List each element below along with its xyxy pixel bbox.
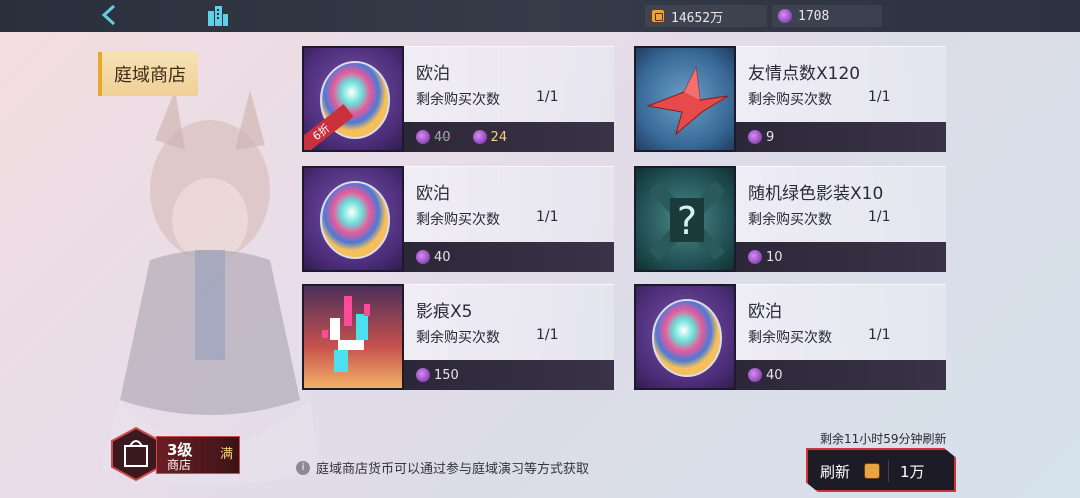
info-icon: i	[296, 460, 310, 475]
shop-title-label: 庭域商店	[98, 52, 198, 96]
top-bar: 14652万 1708	[0, 0, 1080, 32]
item-thumbnail	[634, 284, 736, 390]
price: 10	[766, 249, 783, 265]
item-thumbnail: 6折	[302, 46, 404, 152]
item-info: 影痕X5 剩余购买次数 1/1 150	[404, 284, 614, 390]
item-info: 欧泊 剩余购买次数 1/1 40 24	[404, 46, 614, 152]
item-thumbnail: ?	[634, 166, 736, 272]
crystal-icon	[778, 9, 792, 23]
currency-tip: i 庭域商店货币可以通过参与庭域演习等方式获取	[296, 458, 589, 477]
remaining-count: 1/1	[868, 209, 891, 225]
remaining-count: 1/1	[868, 89, 891, 105]
refresh-cost: 1万	[900, 463, 925, 481]
opal-gem-icon	[652, 299, 722, 377]
item-thumbnail	[302, 284, 404, 390]
gold-coin-icon	[651, 9, 665, 23]
remaining-count: 1/1	[536, 89, 559, 105]
shop-item-card[interactable]: 欧泊 剩余购买次数 1/1 40	[634, 284, 946, 390]
remaining-count: 1/1	[868, 327, 891, 343]
price-bar: 9	[736, 122, 946, 152]
refresh-label: 刷新	[820, 463, 851, 481]
max-level-tag: 满	[219, 447, 233, 462]
item-name: 友情点数X120	[748, 64, 861, 84]
price-bar: 40	[404, 242, 614, 272]
original-price: 40	[434, 129, 451, 145]
shop-item-card[interactable]: ? 随机绿色影装X10 剩余购买次数 1/1 10	[634, 166, 946, 272]
price: 40	[434, 249, 451, 265]
tip-text: 庭域商店货币可以通过参与庭域演习等方式获取	[316, 462, 590, 477]
crystal-icon	[748, 368, 762, 382]
remaining-label: 剩余购买次数	[416, 330, 500, 346]
svg-text:?: ?	[677, 199, 697, 243]
item-info: 随机绿色影装X10 剩余购买次数 1/1 10	[736, 166, 946, 272]
item-name: 影痕X5	[416, 302, 473, 322]
remaining-label: 剩余购买次数	[416, 212, 500, 228]
item-name: 欧泊	[416, 64, 450, 84]
divider	[888, 460, 889, 482]
crystal-icon	[748, 130, 762, 144]
sale-price: 24	[490, 129, 508, 145]
remaining-label: 剩余购买次数	[748, 330, 832, 346]
shop-item-card[interactable]: 欧泊 剩余购买次数 1/1 40	[302, 166, 614, 272]
shop-item-card[interactable]: 友情点数X120 剩余购买次数 1/1 9	[634, 46, 946, 152]
shop-level-label: 商店	[167, 458, 192, 472]
item-info: 欧泊 剩余购买次数 1/1 40	[736, 284, 946, 390]
home-city-icon[interactable]	[205, 3, 231, 29]
crystal-icon	[416, 250, 430, 264]
item-info: 友情点数X120 剩余购买次数 1/1 9	[736, 46, 946, 152]
item-name: 欧泊	[748, 302, 782, 322]
remaining-label: 剩余购买次数	[748, 212, 832, 228]
shop-item-card[interactable]: 6折 欧泊 剩余购买次数 1/1 40 24	[302, 46, 614, 152]
mystery-box-icon: ?	[648, 181, 726, 261]
price-bar: 40	[736, 360, 946, 390]
price-bar: 40 24	[404, 122, 614, 152]
price: 9	[766, 129, 775, 145]
price-bar: 150	[404, 360, 614, 390]
crystal-amount: 1708	[798, 8, 830, 24]
shadow-mark-icon	[322, 296, 370, 372]
remaining-label: 剩余购买次数	[748, 92, 832, 108]
gold-currency: 14652万	[645, 5, 767, 27]
price: 150	[434, 367, 459, 383]
item-name: 随机绿色影装X10	[748, 184, 884, 204]
opal-gem-icon	[320, 181, 390, 259]
gold-coin-icon	[864, 463, 880, 479]
price-bar: 10	[736, 242, 946, 272]
crystal-icon	[472, 130, 487, 144]
shop-item-card[interactable]: 影痕X5 剩余购买次数 1/1 150	[302, 284, 614, 390]
shop-level-badge[interactable]: 3级 商店 满	[108, 424, 240, 484]
level-box: 3级 商店 满	[156, 436, 240, 474]
item-info: 欧泊 剩余购买次数 1/1 40	[404, 166, 614, 272]
crystal-icon	[748, 250, 762, 264]
back-arrow-icon[interactable]	[96, 2, 124, 30]
remaining-label: 剩余购买次数	[416, 92, 500, 108]
remaining-count: 1/1	[536, 209, 559, 225]
item-name: 欧泊	[416, 184, 450, 204]
remaining-count: 1/1	[536, 327, 559, 343]
crystal-currency: 1708	[772, 5, 882, 27]
gold-amount: 14652万	[671, 10, 724, 26]
price: 40	[766, 367, 783, 383]
crystal-icon	[416, 130, 430, 144]
refresh-countdown: 剩余11小时59分钟刷新	[820, 432, 947, 446]
paper-crane-icon	[646, 66, 729, 136]
item-thumbnail	[634, 46, 736, 152]
item-thumbnail	[302, 166, 404, 272]
refresh-button[interactable]: 刷新 1万	[806, 448, 956, 492]
crystal-icon	[416, 368, 430, 382]
